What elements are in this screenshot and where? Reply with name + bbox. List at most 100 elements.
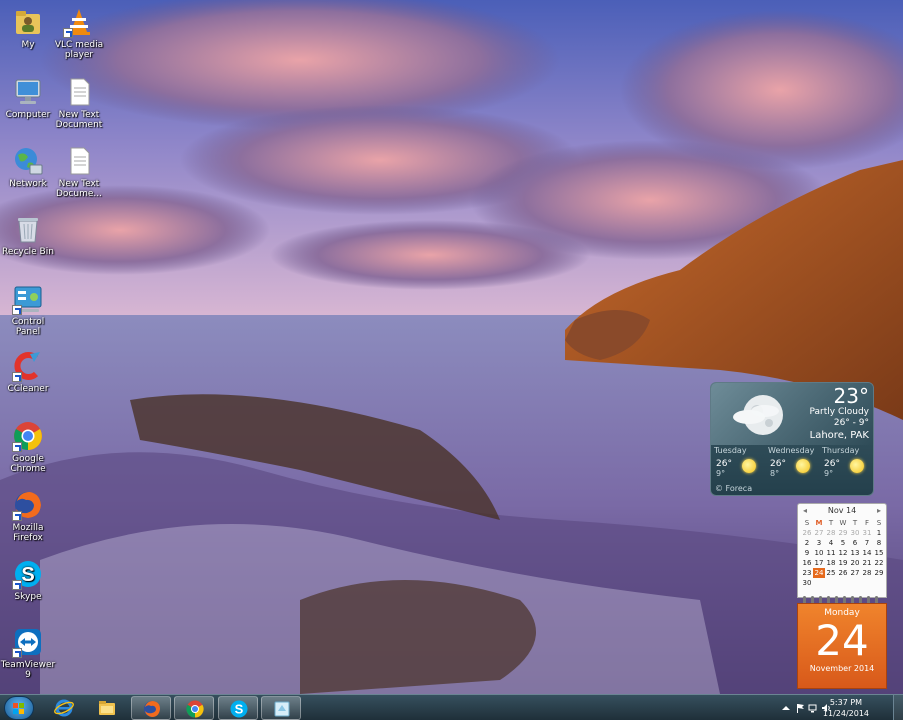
desktop-wallpaper[interactable] [0, 0, 903, 694]
calendar-day-cell[interactable]: 15 [873, 548, 885, 558]
calendar-day-cell[interactable]: 18 [825, 558, 837, 568]
desktop-icon-mozilla-firefox[interactable]: Mozilla Firefox [0, 489, 56, 543]
calendar-day-cell[interactable]: 6 [849, 538, 861, 548]
calendar-gadget[interactable]: ◂ Nov 14 ▸ S M T W T F S 26 27 28 29 30 31 1 2 3 4 5 6 7 8 9 1… [797, 503, 887, 689]
calendar-day-cell[interactable]: 12 [837, 548, 849, 558]
forecast-day-name: Tuesday [714, 446, 747, 455]
calendar-weekday-header: F [864, 519, 870, 527]
calendar-weekday-header: W [839, 519, 847, 527]
calendar-day-cell[interactable]: 10 [813, 548, 825, 558]
desktop-icon-computer[interactable]: Computer [0, 76, 56, 120]
next-month-icon[interactable]: ▸ [874, 504, 884, 518]
desktop-icon-vlc[interactable]: VLC media player [51, 6, 107, 60]
show-hidden-icons-icon[interactable] [781, 703, 791, 713]
action-center-flag-icon[interactable] [795, 703, 805, 713]
calendar-day-cell[interactable]: 27 [849, 568, 861, 578]
desktop-icon-label: Skype [14, 592, 42, 602]
show-desktop-button[interactable] [893, 695, 903, 720]
firefox-icon [12, 489, 44, 521]
calendar-day-cell[interactable]: 2 [801, 538, 813, 548]
calendar-day-cell[interactable]: 3 [813, 538, 825, 548]
calendar-day-cell[interactable]: 7 [861, 538, 873, 548]
desktop-icon-teamviewer[interactable]: TeamViewer 9 [0, 626, 56, 680]
calendar-day-cell[interactable]: 20 [849, 558, 861, 568]
calendar-day-cell[interactable]: 28 [861, 568, 873, 578]
forecast-high: 26° [716, 459, 732, 469]
calendar-day-cell[interactable]: 16 [801, 558, 813, 568]
taskbar-firefox-button[interactable] [131, 696, 171, 720]
calendar-day-cell[interactable]: 26 [837, 568, 849, 578]
forecast-low: 8° [770, 469, 780, 478]
desktop-icon-label: Network [9, 179, 47, 189]
calendar-day-cell[interactable]: 14 [861, 548, 873, 558]
chrome-icon [12, 420, 44, 452]
forecast-day: Wednesday 26° 8° [768, 446, 822, 482]
desktop-icon-network[interactable]: Network [0, 145, 56, 189]
calendar-day-cell[interactable]: 31 [861, 528, 873, 538]
sunny-icon [742, 459, 756, 473]
calendar-day-cell[interactable]: 25 [825, 568, 837, 578]
calendar-day-cell[interactable]: 30 [849, 528, 861, 538]
calendar-day-cell[interactable]: 1 [873, 528, 885, 538]
calendar-day-cell [849, 578, 861, 588]
internet-explorer-icon [54, 699, 74, 717]
calendar-day-cell[interactable]: 30 [801, 578, 813, 588]
calendar-day-number: 24 [815, 616, 869, 665]
calendar-day-view[interactable]: Monday 24 November 2014 [797, 603, 887, 689]
network-globe-icon [12, 145, 44, 177]
calendar-day-cell[interactable]: 24 [813, 568, 825, 578]
calendar-day-cell[interactable]: 29 [837, 528, 849, 538]
previous-month-icon[interactable]: ◂ [800, 504, 810, 518]
desktop-icon-ccleaner[interactable]: CCleaner [0, 350, 56, 394]
calendar-day-cell [873, 578, 885, 588]
forecast-day: Tuesday 26° 9° [714, 446, 768, 482]
desktop-icon-label: Mozilla Firefox [12, 523, 44, 543]
start-button[interactable] [4, 696, 34, 720]
chrome-icon [186, 700, 204, 718]
desktop-icon-new-text-document[interactable]: New Text Document [51, 76, 107, 130]
calendar-day-cell[interactable]: 11 [825, 548, 837, 558]
desktop-icon-label: VLC media player [54, 40, 104, 60]
recycle-bin-icon [12, 213, 44, 245]
system-tray: 5:37 PM 11/24/2014 [781, 695, 891, 720]
taskbar-internet-explorer-button[interactable] [44, 696, 84, 720]
skype-icon: S [12, 558, 44, 590]
partly-cloudy-night-icon [733, 395, 783, 435]
weather-gadget[interactable]: 23° Partly Cloudy 26° - 9° Lahore, PAK T… [710, 382, 874, 496]
calendar-day-cell[interactable]: 26 [801, 528, 813, 538]
desktop-icon-control-panel[interactable]: Control Panel [0, 283, 56, 337]
desktop-icon-google-chrome[interactable]: Google Chrome [0, 420, 56, 474]
taskbar-clock[interactable]: 5:37 PM 11/24/2014 [823, 697, 869, 719]
calendar-day-cell[interactable]: 21 [861, 558, 873, 568]
svg-text:S: S [21, 564, 34, 586]
calendar-day-cell[interactable]: 19 [837, 558, 849, 568]
calendar-day-cell[interactable]: 13 [849, 548, 861, 558]
calendar-month-year: November 2014 [809, 664, 875, 673]
forecast-high: 26° [770, 459, 786, 469]
calendar-day-cell[interactable]: 5 [837, 538, 849, 548]
desktop-icon-new-text-document-2[interactable]: New Text Docume... [51, 145, 107, 199]
ccleaner-icon [12, 350, 44, 382]
calendar-day-cell[interactable]: 9 [801, 548, 813, 558]
calendar-day-cell[interactable]: 23 [801, 568, 813, 578]
forecast-day: Thursday 26° 9° [822, 446, 873, 482]
calendar-day-cell[interactable]: 27 [813, 528, 825, 538]
windows-logo-icon [13, 703, 25, 715]
desktop-icon-recycle-bin[interactable]: Recycle Bin [0, 213, 56, 257]
taskbar-windows-explorer-button[interactable] [87, 696, 127, 720]
calendar-day-cell[interactable]: 17 [813, 558, 825, 568]
weather-provider-link[interactable]: © Foreca [715, 484, 752, 493]
calendar-day-cell[interactable]: 28 [825, 528, 837, 538]
taskbar-app-window-button[interactable] [261, 696, 301, 720]
calendar-day-cell[interactable]: 22 [873, 558, 885, 568]
calendar-day-cell[interactable]: 8 [873, 538, 885, 548]
network-status-icon[interactable] [808, 703, 818, 713]
sunny-icon [850, 459, 864, 473]
taskbar-skype-button[interactable]: S [218, 696, 258, 720]
desktop-icon-skype[interactable]: S Skype [0, 558, 56, 602]
calendar-day-cell[interactable]: 29 [873, 568, 885, 578]
user-folder-icon [12, 6, 44, 38]
taskbar-chrome-button[interactable] [174, 696, 214, 720]
calendar-day-cell[interactable]: 4 [825, 538, 837, 548]
desktop-icon-my-documents[interactable]: My [0, 6, 56, 50]
